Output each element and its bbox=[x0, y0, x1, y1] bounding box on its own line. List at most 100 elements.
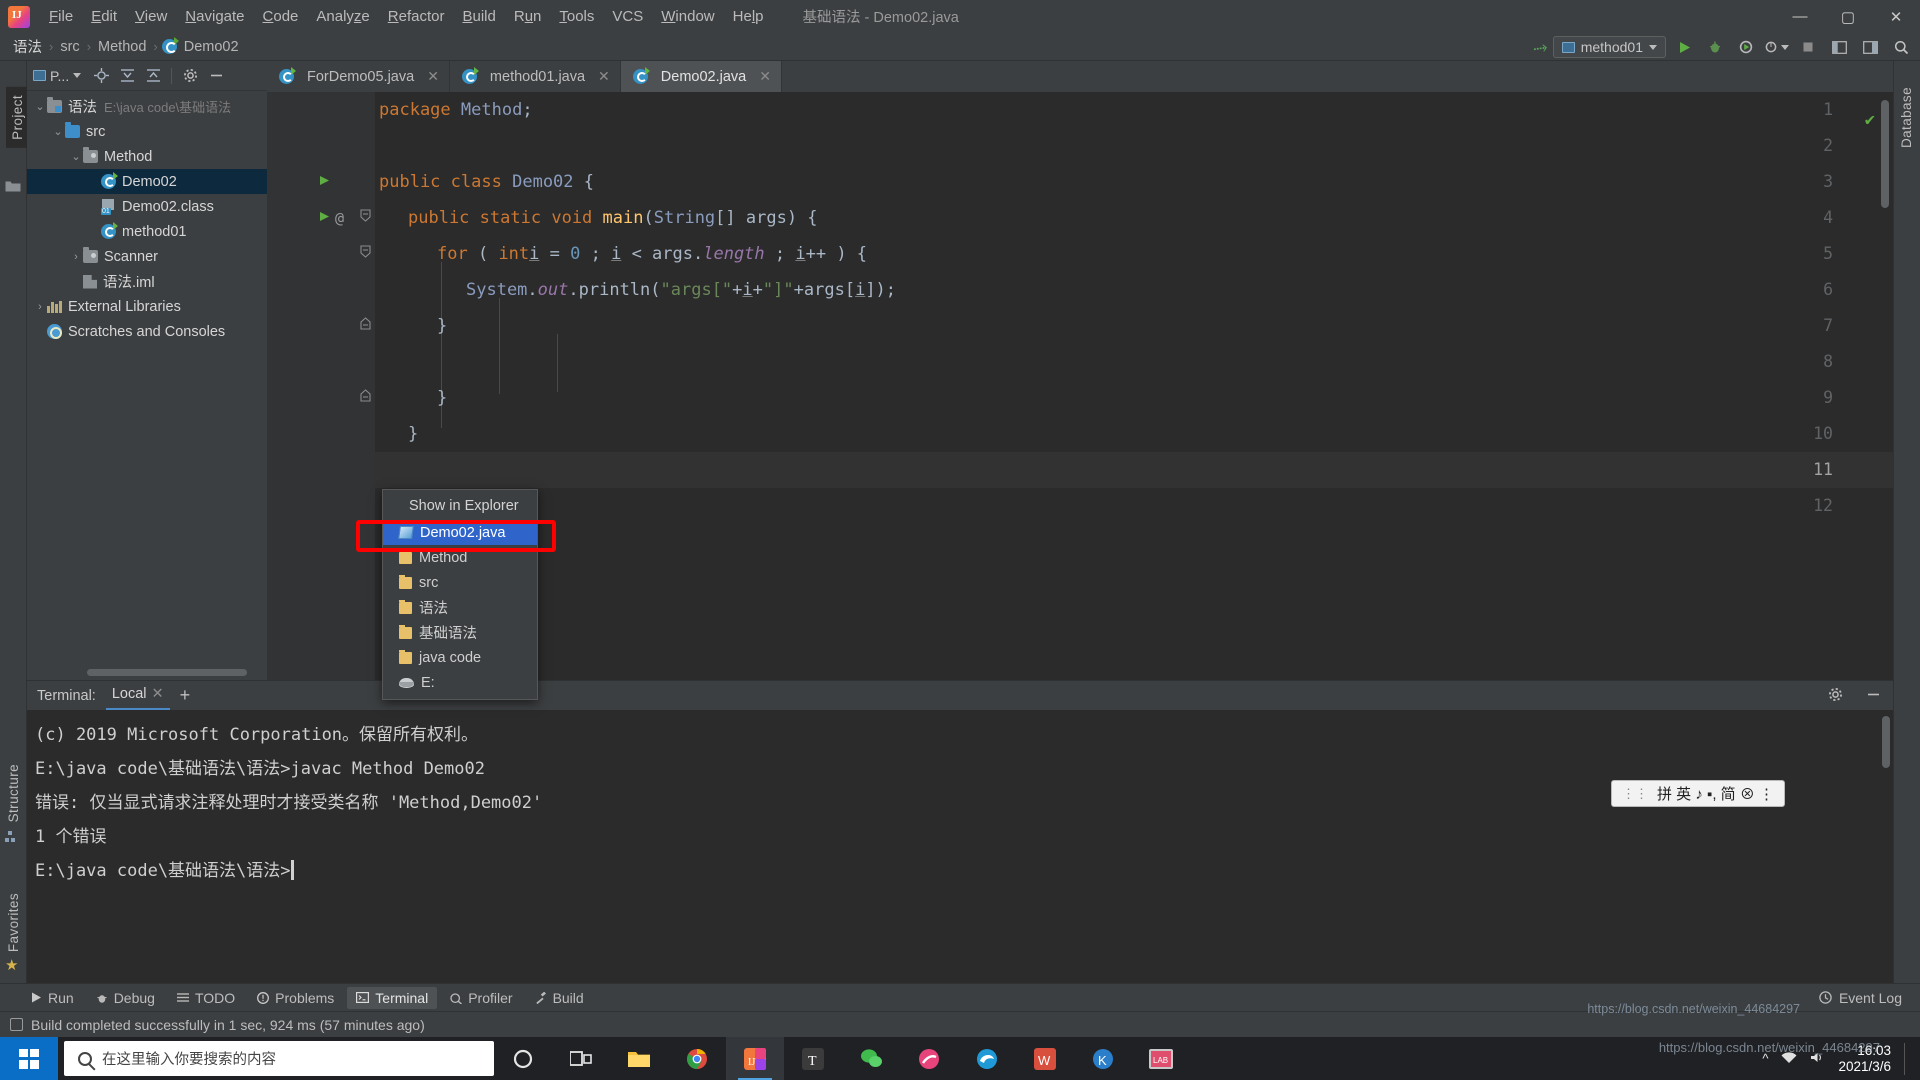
tree-expand-arrow[interactable]: ⌄ bbox=[51, 125, 65, 138]
menu-build[interactable]: Build bbox=[453, 4, 504, 29]
run-button[interactable] bbox=[1671, 35, 1697, 59]
terminal-tab-local[interactable]: Local ✕ bbox=[105, 682, 170, 710]
taskbar-typora-icon[interactable]: T bbox=[784, 1037, 842, 1080]
tree-node-9[interactable]: Scratches and Consoles bbox=[27, 319, 267, 344]
terminal-scrollbar[interactable] bbox=[1882, 716, 1890, 768]
tree-node-5[interactable]: method01 bbox=[27, 219, 267, 244]
override-gutter-icon[interactable]: @ bbox=[335, 200, 344, 236]
menu-help[interactable]: Help bbox=[724, 4, 773, 29]
menu-vcs[interactable]: VCS bbox=[603, 4, 652, 29]
start-button[interactable] bbox=[0, 1037, 58, 1080]
breadcrumb-item-2[interactable]: Method bbox=[95, 38, 149, 56]
popup-item-6[interactable]: E: bbox=[383, 670, 537, 695]
taskbar-search-input[interactable]: 在这里输入你要搜索的内容 bbox=[64, 1041, 494, 1076]
menu-tools[interactable]: Tools bbox=[550, 4, 603, 29]
bottom-tab-problems[interactable]: Problems bbox=[248, 987, 343, 1009]
profiler-button[interactable] bbox=[1764, 35, 1790, 59]
tree-node-6[interactable]: › Scanner bbox=[27, 244, 267, 269]
close-icon[interactable]: ✕ bbox=[759, 68, 771, 85]
menu-refactor[interactable]: Refactor bbox=[379, 4, 454, 29]
taskbar-file-explorer-icon[interactable] bbox=[610, 1037, 668, 1080]
close-icon[interactable]: ✕ bbox=[598, 68, 610, 85]
tree-expand-arrow[interactable]: ⌄ bbox=[33, 100, 47, 113]
tool-tab-database[interactable]: Database bbox=[1899, 87, 1914, 148]
hide-panel-icon[interactable] bbox=[204, 65, 228, 87]
menu-file[interactable]: File bbox=[40, 4, 82, 29]
tree-node-1[interactable]: ⌄ src bbox=[27, 119, 267, 144]
taskbar-app-icon[interactable]: LAB bbox=[1132, 1037, 1190, 1080]
bottom-tab-profiler[interactable]: Profiler bbox=[441, 987, 521, 1009]
editor-tab-2[interactable]: Demo02.java ✕ bbox=[620, 61, 782, 92]
tree-node-4[interactable]: Demo02.class bbox=[27, 194, 267, 219]
popup-item-3[interactable]: 语法 bbox=[383, 595, 537, 620]
close-icon[interactable]: ✕ bbox=[152, 686, 164, 702]
locate-icon[interactable] bbox=[89, 65, 113, 87]
debug-button[interactable] bbox=[1702, 35, 1728, 59]
run-gutter-icon[interactable] bbox=[319, 200, 330, 236]
bottom-tab-terminal[interactable]: Terminal bbox=[347, 986, 438, 1009]
taskbar-browser-icon[interactable] bbox=[900, 1037, 958, 1080]
tool-tab-project[interactable]: Project bbox=[6, 87, 29, 148]
taskbar-chrome-icon[interactable] bbox=[668, 1037, 726, 1080]
tree-expand-arrow[interactable]: › bbox=[33, 301, 47, 313]
build-hammer-icon[interactable]: ⤑ bbox=[1532, 36, 1549, 59]
run-gutter-icon[interactable] bbox=[319, 164, 330, 200]
code-fold-icon[interactable] bbox=[360, 380, 371, 416]
tool-tab-structure[interactable]: Structure bbox=[6, 764, 21, 822]
taskbar-edge-icon[interactable] bbox=[958, 1037, 1016, 1080]
close-icon[interactable]: ✕ bbox=[427, 68, 439, 85]
new-terminal-button[interactable]: + bbox=[180, 685, 191, 706]
tree-expand-arrow[interactable]: › bbox=[69, 251, 83, 263]
gear-icon[interactable] bbox=[178, 65, 202, 87]
menu-navigate[interactable]: Navigate bbox=[176, 4, 253, 29]
breadcrumb-item-1[interactable]: src bbox=[57, 38, 82, 56]
editor-tab-0[interactable]: ForDemo05.java ✕ bbox=[267, 61, 450, 92]
bottom-tab-todo[interactable]: TODO bbox=[168, 987, 244, 1009]
menu-code[interactable]: Code bbox=[254, 4, 308, 29]
event-log-button[interactable]: Event Log bbox=[1819, 990, 1902, 1006]
editor-scrollbar[interactable] bbox=[1881, 100, 1889, 208]
menu-edit[interactable]: Edit bbox=[82, 4, 126, 29]
menu-view[interactable]: View bbox=[126, 4, 176, 29]
bottom-tab-build[interactable]: Build bbox=[526, 987, 593, 1009]
tree-node-8[interactable]: › External Libraries bbox=[27, 294, 267, 319]
tree-node-3[interactable]: Demo02 bbox=[27, 169, 267, 194]
inspection-ok-icon[interactable]: ✔ bbox=[1865, 102, 1875, 138]
tree-node-0[interactable]: ⌄ 语法 E:\java code\基础语法 bbox=[27, 94, 267, 119]
project-horizontal-scrollbar[interactable] bbox=[87, 669, 247, 676]
layout-button[interactable] bbox=[1826, 35, 1852, 59]
menu-window[interactable]: Window bbox=[652, 4, 723, 29]
taskbar-intellij-icon[interactable]: IJ bbox=[726, 1037, 784, 1080]
layout-right-button[interactable] bbox=[1857, 35, 1883, 59]
popup-item-2[interactable]: src bbox=[383, 570, 537, 595]
gear-icon[interactable] bbox=[1823, 683, 1847, 705]
terminal-output[interactable]: (c) 2019 Microsoft Corporation。保留所有权利。 E:… bbox=[27, 710, 1893, 983]
tree-expand-arrow[interactable]: ⌄ bbox=[69, 150, 83, 163]
taskbar-kugou-icon[interactable]: K bbox=[1074, 1037, 1132, 1080]
minimize-button[interactable]: — bbox=[1776, 0, 1824, 33]
ime-status-bar[interactable]: ⋮⋮ 拼 英 ♪ ▪, 简 ⊗ ⋮ bbox=[1611, 780, 1785, 807]
maximize-button[interactable]: ▢ bbox=[1824, 0, 1872, 33]
breadcrumb-item-0[interactable]: 语法 bbox=[10, 35, 45, 58]
run-with-coverage-button[interactable] bbox=[1733, 35, 1759, 59]
minimize-icon[interactable] bbox=[1861, 683, 1885, 705]
menu-analyze[interactable]: Analyze bbox=[307, 4, 378, 29]
code-fold-icon[interactable] bbox=[360, 236, 371, 272]
tree-node-2[interactable]: ⌄ Method bbox=[27, 144, 267, 169]
popup-item-5[interactable]: java code bbox=[383, 645, 537, 670]
close-button[interactable]: ✕ bbox=[1872, 0, 1920, 33]
tree-node-7[interactable]: 语法.iml bbox=[27, 269, 267, 294]
tool-tab-favorites[interactable]: Favorites bbox=[6, 893, 21, 952]
stop-button[interactable] bbox=[1795, 35, 1821, 59]
bottom-tab-run[interactable]: Run bbox=[22, 987, 83, 1009]
taskbar-wechat-icon[interactable] bbox=[842, 1037, 900, 1080]
project-view-selector[interactable]: P... bbox=[33, 68, 82, 84]
taskbar-cortana-icon[interactable] bbox=[494, 1037, 552, 1080]
breadcrumb-item-3[interactable]: Demo02 bbox=[181, 38, 242, 56]
taskbar-wps-icon[interactable]: W bbox=[1016, 1037, 1074, 1080]
taskbar-task-view-icon[interactable] bbox=[552, 1037, 610, 1080]
code-fold-icon[interactable] bbox=[360, 200, 371, 236]
expand-all-icon[interactable] bbox=[115, 65, 139, 87]
run-configuration-selector[interactable]: method01 bbox=[1552, 36, 1666, 58]
popup-item-4[interactable]: 基础语法 bbox=[383, 620, 537, 645]
